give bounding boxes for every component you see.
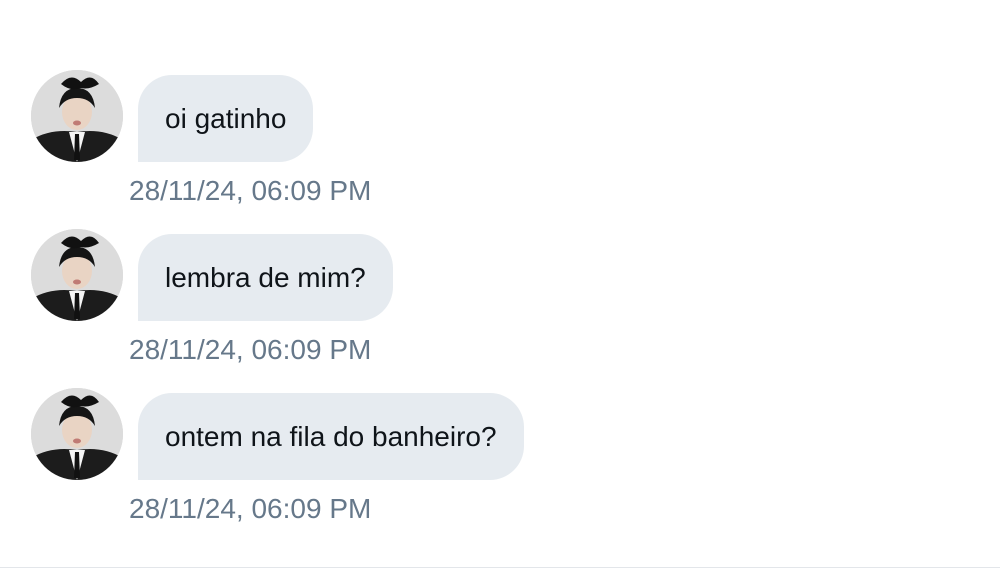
message-item: lembra de mim? 28/11/24, 06:09 PM [0,229,1000,369]
message-item: oi gatinho 28/11/24, 06:09 PM [0,70,1000,210]
sender-avatar[interactable] [31,70,123,162]
message-item: ontem na fila do banheiro? 28/11/24, 06:… [0,388,1000,528]
message-timestamp: 28/11/24, 06:09 PM [129,175,372,206]
avatar-photo-icon [31,229,123,321]
message-text: lembra de mim? [165,262,366,293]
divider [0,567,1000,568]
message-timestamp: 28/11/24, 06:09 PM [129,493,372,524]
avatar-photo-icon [31,388,123,480]
message-timestamp: 28/11/24, 06:09 PM [129,334,372,365]
sender-avatar[interactable] [31,388,123,480]
message-bubble[interactable]: ontem na fila do banheiro? [138,393,524,480]
message-text: oi gatinho [165,103,287,134]
message-text: ontem na fila do banheiro? [165,421,497,452]
message-bubble[interactable]: oi gatinho [138,75,314,162]
message-thread: oi gatinho 28/11/24, 06:09 PM lembra de … [0,0,1000,584]
avatar-photo-icon [31,70,123,162]
sender-avatar[interactable] [31,229,123,321]
message-bubble[interactable]: lembra de mim? [138,234,393,321]
